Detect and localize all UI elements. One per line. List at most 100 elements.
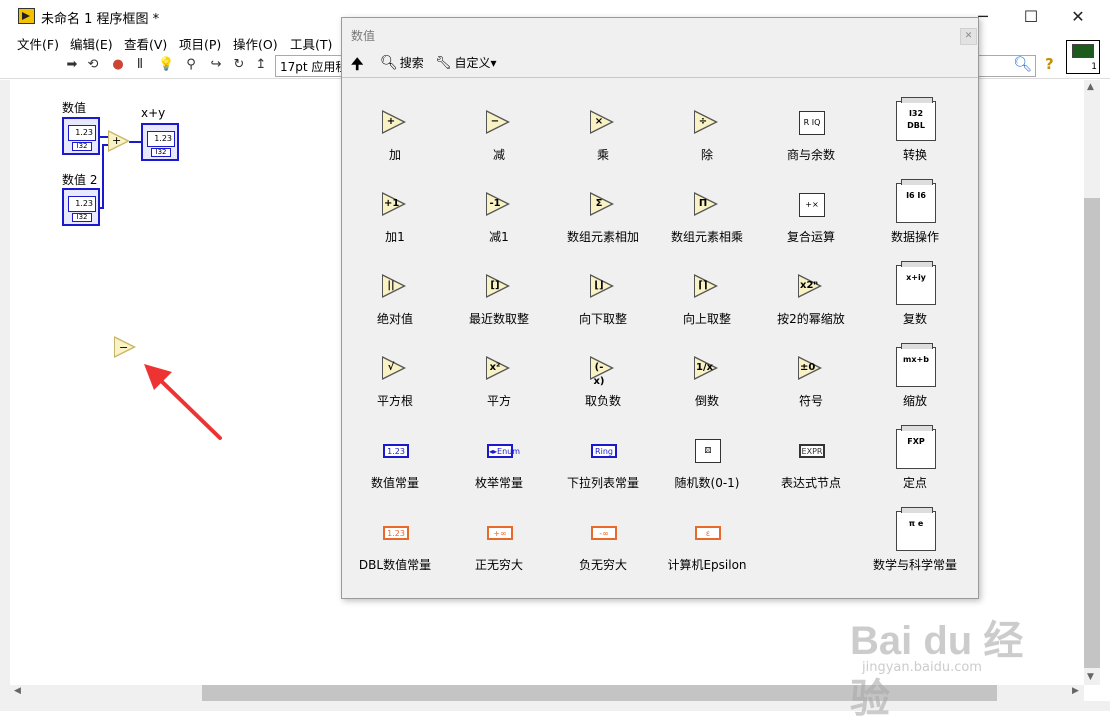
palette-item[interactable]: ⌊⌋ 向下取整 — [551, 263, 655, 333]
palette-item-label: DBL数值常量 — [358, 558, 432, 572]
font-select[interactable]: 17pt 应用程 — [275, 55, 343, 77]
abort-icon[interactable]: ● — [110, 57, 126, 73]
palette-item[interactable]: x2ⁿ 按2的幂缩放 — [759, 263, 863, 333]
palette-item[interactable]: − 减 — [447, 99, 551, 169]
wire[interactable] — [129, 141, 141, 143]
vertical-scrollbar[interactable]: ▲ ▼ — [1084, 80, 1100, 685]
fixed-point-folder-icon: FXP — [896, 425, 936, 469]
palette-item[interactable]: R IQ 商与余数 — [759, 99, 863, 169]
icon-glyph: √ — [387, 362, 395, 373]
icon-glyph: ⌈⌉ — [698, 280, 708, 291]
wrench-icon: 🔧︎ — [435, 56, 452, 71]
scroll-left-arrow-icon[interactable]: ◀ — [14, 686, 21, 696]
step-into-icon[interactable]: ↪ — [208, 57, 224, 73]
icon-glyph: 1/x — [696, 362, 714, 373]
vi-icon[interactable]: 1 — [1066, 40, 1100, 74]
palette-customize-label: 自定义▾ — [454, 56, 497, 70]
numeric-control-terminal-2[interactable]: 1.23 I32 — [62, 188, 100, 226]
step-out-icon[interactable]: ↥ — [253, 57, 269, 73]
numeric-constant-icon: 1.23 — [380, 435, 410, 465]
palette-item[interactable]: ε 计算机Epsilon — [655, 509, 759, 579]
palette-item[interactable]: FXP 定点 — [863, 425, 967, 497]
help-icon[interactable]: ? — [1045, 55, 1059, 73]
menu-tools[interactable]: 工具(T) — [290, 34, 332, 53]
scroll-down-arrow-icon[interactable]: ▼ — [1087, 672, 1094, 682]
palette-item[interactable]: + 加 — [343, 99, 447, 169]
wire[interactable] — [102, 144, 104, 208]
numeric-indicator-terminal[interactable]: 1.23 I32 — [141, 123, 179, 161]
palette-item[interactable]: -∞ 负无穷大 — [551, 509, 655, 579]
palette-item[interactable]: π e 数学与科学常量 — [863, 507, 967, 579]
palette-item[interactable]: (-x) 取负数 — [551, 345, 655, 415]
terminal-type: I32 — [72, 213, 92, 222]
scroll-up-arrow-icon[interactable]: ▲ — [1087, 82, 1094, 92]
palette-search-button[interactable]: 🔍︎ 搜索 — [380, 54, 424, 71]
palette-item[interactable]: ⌈⌉ 向上取整 — [655, 263, 759, 333]
menu-file[interactable]: 文件(F) — [17, 34, 59, 53]
numeric-control-terminal-1[interactable]: 1.23 I32 — [62, 117, 100, 155]
palette-close-button[interactable]: ✕ — [960, 28, 977, 45]
palette-item[interactable]: [] 最近数取整 — [447, 263, 551, 333]
ring-constant-icon: Ring — [588, 435, 618, 465]
add-icon: + — [380, 107, 410, 137]
menu-edit[interactable]: 编辑(E) — [70, 34, 113, 53]
palette-item[interactable]: EXPR 表达式节点 — [759, 427, 863, 497]
scroll-right-arrow-icon[interactable]: ▶ — [1072, 686, 1079, 696]
retain-wire-icon[interactable]: ⚲ — [183, 57, 199, 73]
icon-glyph: x+iy — [906, 273, 926, 282]
palette-item[interactable]: ±0 符号 — [759, 345, 863, 415]
icon-glyph: ÷ — [698, 116, 708, 127]
menu-view[interactable]: 查看(V) — [124, 34, 167, 53]
palette-item[interactable]: Σ 数组元素相加 — [551, 181, 655, 251]
palette-item[interactable]: I6 I6 数据操作 — [863, 179, 967, 251]
palette-item[interactable]: -1 减1 — [447, 181, 551, 251]
labview-app-icon[interactable] — [18, 8, 35, 24]
palette-item-label: 倒数 — [694, 394, 719, 408]
palette-search-label: 搜索 — [399, 56, 424, 70]
palette-item-label: 符号 — [798, 394, 823, 408]
palette-item[interactable]: ◂▸Enum 枚举常量 — [447, 427, 551, 497]
palette-toolbar: 🠉 🔍︎ 搜索 🔧︎ 自定义▾ — [342, 54, 978, 78]
expression-node-icon: EXPR — [796, 435, 826, 465]
palette-up-icon[interactable]: 🠉 — [351, 54, 363, 79]
indicator-label: x+y — [141, 106, 166, 120]
vertical-scroll-thumb[interactable] — [1084, 198, 1100, 668]
palette-item[interactable]: ⚄ 随机数(0-1) — [655, 427, 759, 497]
icon-glyph: π e — [908, 519, 924, 528]
palette-item[interactable]: +× 复合运算 — [759, 181, 863, 251]
search-icon[interactable]: 🔍︎ — [1013, 55, 1032, 73]
round-down-icon: ⌊⌋ — [588, 271, 618, 301]
palette-divider — [342, 77, 978, 78]
palette-item[interactable]: ÷ 除 — [655, 99, 759, 169]
icon-glyph: x2ⁿ — [800, 280, 818, 291]
step-over-icon[interactable]: ↻ — [231, 57, 247, 73]
palette-item[interactable]: +∞ 正无穷大 — [447, 509, 551, 579]
menu-project[interactable]: 项目(P) — [179, 34, 221, 53]
icon-glyph: mx+b — [903, 355, 929, 364]
palette-item[interactable]: +1 加1 — [343, 181, 447, 251]
pause-icon[interactable]: Ⅱ — [132, 57, 148, 73]
palette-item[interactable]: 1/x 倒数 — [655, 345, 759, 415]
palette-item[interactable]: √ 平方根 — [343, 345, 447, 415]
maximize-button[interactable]: ☐ — [1008, 0, 1054, 32]
run-arrow-icon[interactable]: ➡ — [64, 57, 80, 73]
palette-item[interactable]: 1.23 DBL数值常量 — [343, 509, 447, 579]
menu-operate[interactable]: 操作(O) — [233, 34, 278, 53]
palette-customize-button[interactable]: 🔧︎ 自定义▾ — [435, 54, 497, 71]
palette-item[interactable]: x² 平方 — [447, 345, 551, 415]
run-continuous-icon[interactable]: ⟲ — [85, 57, 101, 73]
palette-item[interactable]: 1.23 数值常量 — [343, 427, 447, 497]
palette-item[interactable]: Ring 下拉列表常量 — [551, 427, 655, 497]
palette-item[interactable]: mx+b 缩放 — [863, 343, 967, 415]
close-button[interactable]: ✕ — [1055, 0, 1101, 32]
palette-item-label: 枚举常量 — [474, 476, 523, 490]
palette-item-label: 数组元素相乘 — [670, 230, 743, 244]
palette-item-label: 绝对值 — [376, 312, 413, 326]
palette-item-label: 数组元素相加 — [566, 230, 639, 244]
palette-item[interactable]: || 绝对值 — [343, 263, 447, 333]
highlight-icon[interactable]: 💡 — [158, 57, 174, 73]
palette-item[interactable]: I32 DBL 转换 — [863, 97, 967, 169]
palette-item[interactable]: × 乘 — [551, 99, 655, 169]
palette-item[interactable]: x+iy 复数 — [863, 261, 967, 333]
palette-item[interactable]: Π 数组元素相乘 — [655, 181, 759, 251]
